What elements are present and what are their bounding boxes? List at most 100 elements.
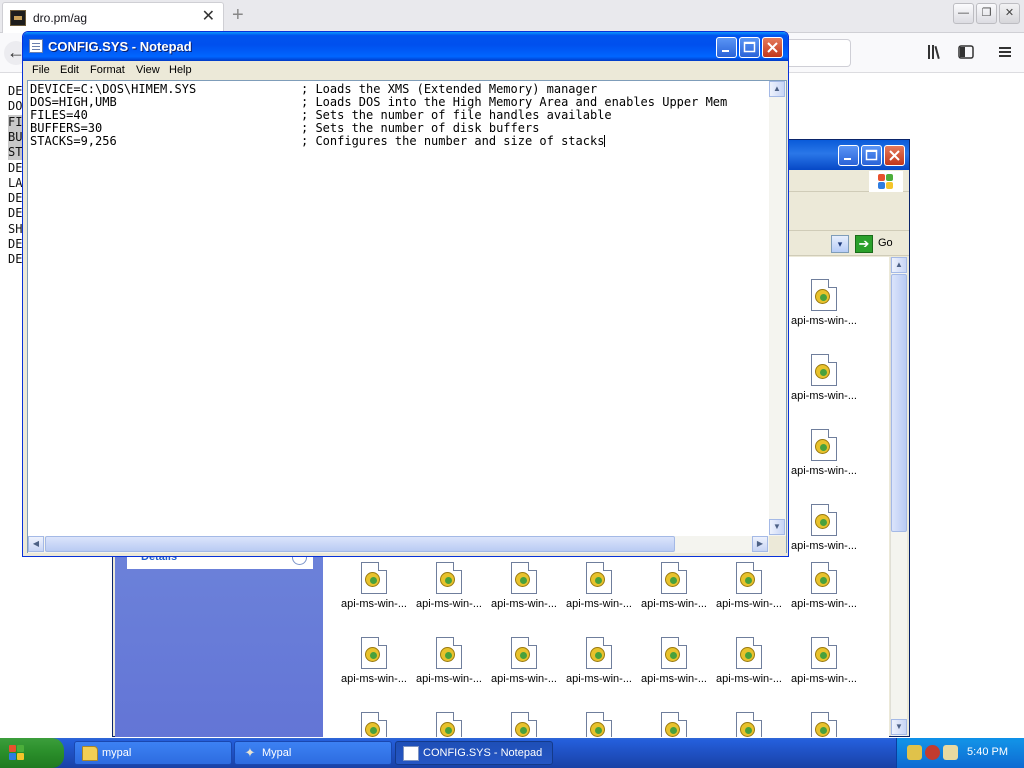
taskbar-item-label: Mypal — [262, 747, 292, 759]
file-item[interactable]: api-ms-win-... — [414, 637, 484, 697]
dll-file-icon[interactable] — [811, 712, 837, 737]
menu-file[interactable]: File — [32, 64, 50, 76]
file-item[interactable]: api-ms-win-... — [714, 637, 784, 697]
dll-file-icon[interactable] — [736, 712, 762, 737]
taskbar-item-label: CONFIG.SYS - Notepad — [423, 747, 543, 759]
clock[interactable]: 5:40 PM — [967, 746, 1008, 758]
file-label: api-ms-win-... — [715, 673, 782, 685]
dll-file-icon — [661, 562, 687, 594]
text-editor-area[interactable]: DEVICE=C:\DOS\HIMEM.SYS; Loads the XMS (… — [27, 80, 787, 553]
file-item[interactable]: api-ms-win-... — [639, 562, 709, 622]
file-item[interactable]: api-ms-win-... — [564, 562, 634, 622]
minimize-button[interactable] — [716, 37, 737, 58]
gear-icon — [815, 647, 830, 662]
tray-security-shield-icon[interactable] — [925, 745, 940, 760]
explorer-vertical-scrollbar[interactable]: ▲ ▼ — [890, 257, 907, 736]
file-label: api-ms-win-... — [415, 673, 482, 685]
go-arrow-icon[interactable]: ➔ — [855, 235, 873, 253]
menu-help[interactable]: Help — [169, 64, 192, 76]
library-icon[interactable] — [926, 43, 944, 61]
notepad-window: CONFIG.SYS - Notepad File Edit Format Vi… — [22, 31, 789, 557]
go-button-label[interactable]: Go — [878, 237, 893, 249]
close-button[interactable] — [762, 37, 783, 58]
taskbar: mypal ✦ Mypal CONFIG.SYS - Notepad 5:40 … — [0, 738, 1024, 768]
browser-restore-button[interactable]: ❐ — [976, 3, 997, 24]
explorer-minimize-button[interactable] — [838, 145, 859, 166]
file-label: api-ms-win-... — [790, 598, 857, 610]
page-text-line: SH — [8, 221, 23, 236]
explorer-close-button[interactable] — [884, 145, 905, 166]
file-label: api-ms-win-... — [340, 673, 407, 685]
taskbar-item-mypal-browser[interactable]: ✦ Mypal — [234, 741, 392, 765]
file-item[interactable]: api-ms-win-... — [339, 637, 409, 697]
scrollbar-corner — [769, 536, 786, 553]
notepad-scroll-right-button[interactable]: ▶ — [752, 536, 768, 552]
hamburger-menu-icon[interactable] — [996, 43, 1014, 61]
browser-tab[interactable]: dro.pm/ag ✕ — [2, 2, 224, 33]
editor-text[interactable]: DEVICE=C:\DOS\HIMEM.SYS; Loads the XMS (… — [30, 83, 768, 536]
file-item[interactable]: api-ms-win-... — [714, 562, 784, 622]
address-dropdown-button[interactable]: ▾ — [831, 235, 849, 253]
maximize-button[interactable] — [739, 37, 760, 58]
dll-file-icon[interactable] — [436, 712, 462, 737]
dll-file-icon — [736, 637, 762, 669]
gear-icon — [740, 647, 755, 662]
new-tab-icon[interactable]: + — [232, 4, 244, 26]
file-item[interactable]: api-ms-win-... — [789, 354, 859, 414]
file-label: api-ms-win-... — [490, 673, 557, 685]
file-item[interactable]: api-ms-win-... — [789, 504, 859, 564]
dll-file-icon[interactable] — [586, 712, 612, 737]
scroll-down-button[interactable]: ▼ — [891, 719, 907, 735]
url-bar[interactable] — [786, 39, 851, 67]
browser-close-button[interactable]: ✕ — [999, 3, 1020, 24]
file-item[interactable]: api-ms-win-... — [489, 562, 559, 622]
dll-file-icon[interactable] — [661, 712, 687, 737]
scroll-up-button[interactable]: ▲ — [891, 257, 907, 273]
gear-icon — [815, 722, 830, 737]
menu-edit[interactable]: Edit — [60, 64, 79, 76]
file-item[interactable]: api-ms-win-... — [339, 562, 409, 622]
file-item[interactable]: api-ms-win-... — [489, 637, 559, 697]
notepad-scroll-left-button[interactable]: ◀ — [28, 536, 44, 552]
notepad-horizontal-scrollbar[interactable]: ◀ ▶ — [28, 536, 769, 553]
notepad-vertical-scrollbar[interactable]: ▲ ▼ — [769, 81, 786, 536]
notepad-scroll-down-button[interactable]: ▼ — [769, 519, 785, 535]
scroll-thumb[interactable] — [891, 274, 907, 532]
tab-close-icon[interactable]: ✕ — [202, 8, 215, 26]
dll-file-icon[interactable] — [511, 712, 537, 737]
gear-icon — [815, 514, 830, 529]
tray-network-icon[interactable] — [907, 745, 922, 760]
taskbar-item-mypal-folder[interactable]: mypal — [74, 741, 232, 765]
notepad-hscroll-thumb[interactable] — [45, 536, 675, 552]
menu-format[interactable]: Format — [90, 64, 125, 76]
file-item[interactable]: api-ms-win-... — [414, 562, 484, 622]
gear-icon — [515, 572, 530, 587]
browser-minimize-button[interactable]: — — [953, 3, 974, 24]
sidebar-icon[interactable] — [957, 43, 975, 61]
file-item[interactable]: api-ms-win-... — [639, 637, 709, 697]
taskbar-item-notepad[interactable]: CONFIG.SYS - Notepad — [395, 741, 553, 765]
gear-icon — [815, 439, 830, 454]
dll-file-icon[interactable] — [361, 712, 387, 737]
notepad-title-bar[interactable]: CONFIG.SYS - Notepad — [23, 32, 788, 61]
tray-volume-icon[interactable] — [943, 745, 958, 760]
menu-view[interactable]: View — [136, 64, 160, 76]
notepad-scroll-up-button[interactable]: ▲ — [769, 81, 785, 97]
gear-icon — [440, 647, 455, 662]
gear-icon — [590, 647, 605, 662]
start-button[interactable] — [0, 738, 64, 768]
file-item[interactable]: api-ms-win-... — [789, 429, 859, 489]
gear-icon — [365, 647, 380, 662]
config-line-comment: ; Configures the number and size of stac… — [301, 135, 606, 148]
comment-text: ; Sets the number of file handles availa… — [301, 108, 612, 122]
explorer-maximize-button[interactable] — [861, 145, 882, 166]
dll-file-icon — [511, 562, 537, 594]
file-item[interactable]: api-ms-win-... — [789, 562, 859, 622]
gear-icon — [440, 722, 455, 737]
page-text-line: DE — [8, 191, 23, 206]
file-item[interactable]: api-ms-win-... — [789, 279, 859, 339]
file-item[interactable]: api-ms-win-... — [789, 637, 859, 697]
file-item[interactable]: api-ms-win-... — [564, 637, 634, 697]
file-label: api-ms-win-... — [565, 673, 632, 685]
gear-icon — [740, 722, 755, 737]
